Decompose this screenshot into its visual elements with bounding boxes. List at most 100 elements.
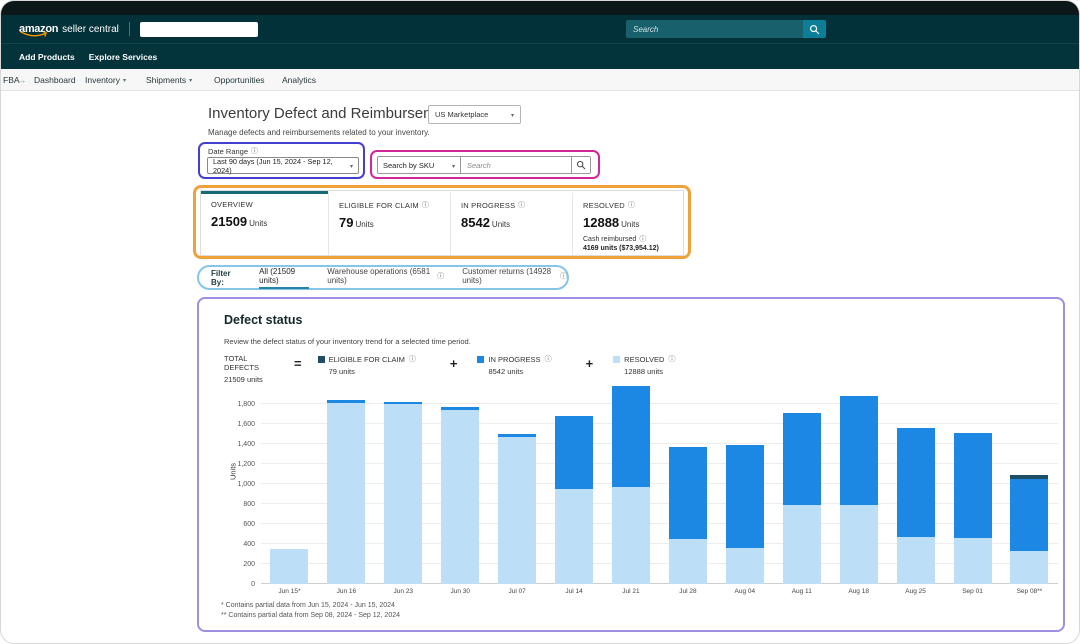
plus-sign: + — [586, 356, 594, 371]
chart-xtick-label: Aug 25 — [905, 588, 926, 595]
chart-xtick-label: Jun 30 — [450, 588, 470, 595]
card-in-progress-label: IN PROGRESS — [461, 200, 572, 210]
filter-tab-warehouse-operations[interactable]: Warehouse operations (6581 units) — [327, 267, 444, 289]
total-defects-value: 21509 units — [224, 375, 282, 384]
info-icon[interactable] — [560, 271, 567, 281]
sku-search-type-select[interactable]: Search by SKU — [378, 157, 461, 173]
date-range-label: Date Range — [208, 146, 258, 156]
breadcrumb-arrow-icon: → — [18, 75, 27, 85]
chart-ytick-label: 400 — [243, 541, 255, 548]
marketplace-select[interactable]: US Marketplace — [428, 105, 521, 124]
sku-search-group: Search by SKU — [377, 156, 591, 174]
chart-bar-segment-in-progress — [783, 413, 821, 505]
tab-opportunities[interactable]: Opportunities — [214, 75, 265, 85]
chart-bar-segment-resolved — [726, 548, 764, 584]
navbar-search-button[interactable] — [803, 20, 826, 38]
chart-bar-segment-in-progress — [555, 416, 593, 489]
card-resolved[interactable]: RESOLVED 12888Units Cash reimbursed 4169… — [572, 191, 683, 255]
tab-analytics[interactable]: Analytics — [282, 75, 316, 85]
chart-yaxis-labels: 02004006008001,0001,2001,4001,6001,800 — [217, 384, 255, 584]
info-icon[interactable] — [518, 200, 525, 210]
info-icon[interactable] — [628, 200, 635, 210]
chart-bar-segment-in-progress — [897, 428, 935, 537]
card-eligible-unit: Units — [355, 220, 373, 229]
card-eligible-for-claim[interactable]: ELIGIBLE FOR CLAIM 79Units — [328, 191, 450, 255]
chart-bar-segment-resolved — [384, 404, 422, 584]
date-range-select[interactable]: Last 90 days (Jun 15, 2024 - Sep 12, 202… — [207, 157, 359, 174]
chart-ytick-label: 1,600 — [237, 421, 255, 428]
nav-add-products[interactable]: Add Products — [19, 52, 75, 62]
chart-bar-segment-in-progress — [1010, 479, 1048, 551]
legend-eligible-for-claim: ELIGIBLE FOR CLAIM 79 units — [318, 354, 416, 376]
filter-tab-all[interactable]: All (21509 units) — [259, 267, 309, 289]
tab-inventory[interactable]: Inventory — [85, 75, 126, 85]
chart-xtick-label: Jun 23 — [394, 588, 414, 595]
defect-status-subtitle: Review the defect status of your invento… — [224, 337, 471, 346]
card-overview[interactable]: OVERVIEW 21509Units — [201, 191, 328, 255]
chart-bar-slot: Sep 01 — [944, 384, 1001, 584]
info-icon[interactable] — [437, 271, 444, 281]
info-icon[interactable] — [545, 354, 552, 364]
chart-bar-segment-resolved — [1010, 551, 1048, 584]
sku-search-input[interactable] — [461, 157, 571, 173]
navbar-search-input[interactable] — [626, 20, 803, 38]
footnote-partial-end: ** Contains partial data from Sep 08, 20… — [221, 612, 400, 619]
app-frame: amazon seller central Add Products Explo… — [0, 0, 1080, 644]
tab-dashboard[interactable]: Dashboard — [34, 75, 76, 85]
secondary-navbar: Add Products Explore Services — [1, 43, 1080, 69]
page-title: Inventory Defect and Reimbursement — [208, 105, 456, 122]
card-in-progress[interactable]: IN PROGRESS 8542Units — [450, 191, 572, 255]
top-navbar: amazon seller central — [1, 15, 1080, 43]
chart-bar-slot: Sep 08** — [1001, 384, 1058, 584]
chart-bar-slot: Jul 14 — [546, 384, 603, 584]
chart-bar — [612, 386, 650, 584]
chart-bar-slot: Jun 30 — [432, 384, 489, 584]
chart-bar-slot: Aug 11 — [773, 384, 830, 584]
chart-bar-slot: Jul 07 — [489, 384, 546, 584]
tab-shipments[interactable]: Shipments — [146, 75, 192, 85]
info-icon[interactable] — [668, 354, 675, 364]
chart-bar-slot: Aug 04 — [716, 384, 773, 584]
legend-eligible-label: ELIGIBLE FOR CLAIM — [329, 355, 405, 364]
chart-bar-slot: Jun 23 — [375, 384, 432, 584]
marketplace-value: US Marketplace — [435, 110, 488, 119]
chart-bar — [726, 445, 764, 584]
legend-resolved-value: 12888 units — [624, 367, 675, 376]
chart-xtick-label: Jul 21 — [622, 588, 639, 595]
info-icon[interactable] — [639, 234, 646, 244]
navbar-divider — [129, 22, 130, 36]
chart-xtick-label: Aug 18 — [848, 588, 869, 595]
nav-explore-services[interactable]: Explore Services — [89, 52, 158, 62]
chart-xtick-label: Sep 01 — [962, 588, 983, 595]
chart-bar-segment-resolved — [783, 505, 821, 584]
sku-search-button[interactable] — [571, 157, 590, 173]
navbar-blank-field[interactable] — [140, 22, 258, 37]
info-icon[interactable] — [422, 200, 429, 210]
sku-select-value: Search by SKU — [383, 161, 434, 170]
cash-reimbursed-label: Cash reimbursed — [583, 234, 683, 244]
info-icon[interactable] — [251, 146, 258, 156]
info-icon[interactable] — [409, 354, 416, 364]
chart-bar — [669, 447, 707, 584]
chart-xtick-label: Jun 16 — [337, 588, 357, 595]
legend-in-progress-value: 8542 units — [488, 367, 551, 376]
chart-bar — [783, 413, 821, 584]
chart-bar-segment-resolved — [612, 487, 650, 584]
chevron-down-icon — [511, 110, 514, 119]
chart-plot: Jun 15*Jun 16Jun 23Jun 30Jul 07Jul 14Jul… — [261, 384, 1058, 584]
chart-bar-segment-resolved — [555, 489, 593, 584]
chart-bar-slot: Jun 16 — [318, 384, 375, 584]
chart-xtick-label: Jun 15* — [278, 588, 300, 595]
legend-in-progress: IN PROGRESS 8542 units — [477, 354, 551, 376]
chart-bar-segment-in-progress — [612, 386, 650, 487]
chart-bar-segment-resolved — [441, 410, 479, 584]
chart-ytick-label: 1,000 — [237, 481, 255, 488]
chart-bar — [270, 549, 308, 584]
chart-bar-slot: Jun 15* — [261, 384, 318, 584]
in-progress-swatch-icon — [477, 356, 484, 363]
filter-tab-customer-returns[interactable]: Customer returns (14928 units) — [462, 267, 567, 289]
chart-bar — [441, 407, 479, 584]
amazon-seller-central-logo[interactable]: amazon seller central — [19, 23, 119, 35]
card-resolved-value: 12888 — [583, 215, 619, 230]
total-defects-label: TOTAL DEFECTS — [224, 354, 282, 372]
